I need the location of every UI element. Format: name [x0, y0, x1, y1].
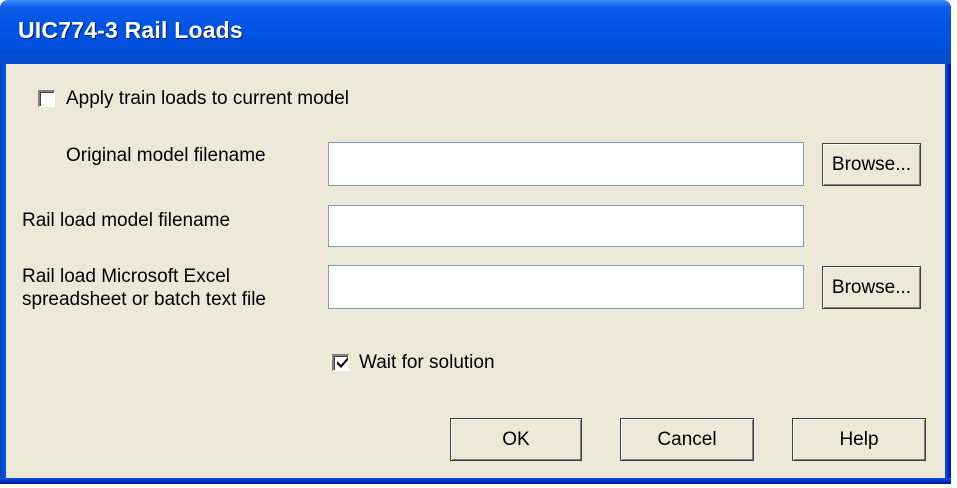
wait-for-solution-label[interactable]: Wait for solution: [359, 352, 495, 374]
browse-original-label: Browse...: [831, 153, 912, 175]
wait-for-solution-checkbox[interactable]: [332, 354, 349, 371]
window-title: UIC774-3 Rail Loads: [18, 17, 243, 43]
rail-load-excel-input[interactable]: [328, 265, 804, 309]
apply-train-loads-label[interactable]: Apply train loads to current model: [66, 88, 349, 110]
rail-load-model-label: Rail load model filename: [22, 210, 231, 231]
apply-train-loads-checkbox[interactable]: [38, 90, 55, 107]
ok-button[interactable]: OK: [450, 418, 582, 461]
title-bar[interactable]: UIC774-3 Rail Loads: [0, 0, 951, 64]
original-model-input[interactable]: [328, 142, 804, 186]
browse-excel-button[interactable]: Browse...: [822, 266, 921, 309]
help-button[interactable]: Help: [792, 418, 926, 461]
browse-excel-label: Browse...: [831, 276, 912, 298]
dialog-body: Apply train loads to current model Origi…: [6, 64, 945, 478]
checkmark-icon: [337, 357, 348, 368]
original-model-label: Original model filename: [66, 145, 266, 166]
rail-load-model-input[interactable]: [328, 205, 804, 247]
rail-load-excel-label-line2: spreadsheet or batch text file: [22, 289, 266, 310]
ok-button-label: OK: [502, 428, 530, 450]
browse-original-button[interactable]: Browse...: [822, 143, 921, 186]
cancel-button-label: Cancel: [657, 428, 717, 450]
window-frame-right: [945, 64, 951, 484]
dialog-window: UIC774-3 Rail Loads Apply train loads to…: [0, 0, 951, 484]
window-frame-bottom: [0, 478, 951, 484]
help-button-label: Help: [839, 428, 879, 450]
rail-load-excel-label-line1: Rail load Microsoft Excel: [22, 266, 231, 287]
cancel-button[interactable]: Cancel: [620, 418, 754, 461]
